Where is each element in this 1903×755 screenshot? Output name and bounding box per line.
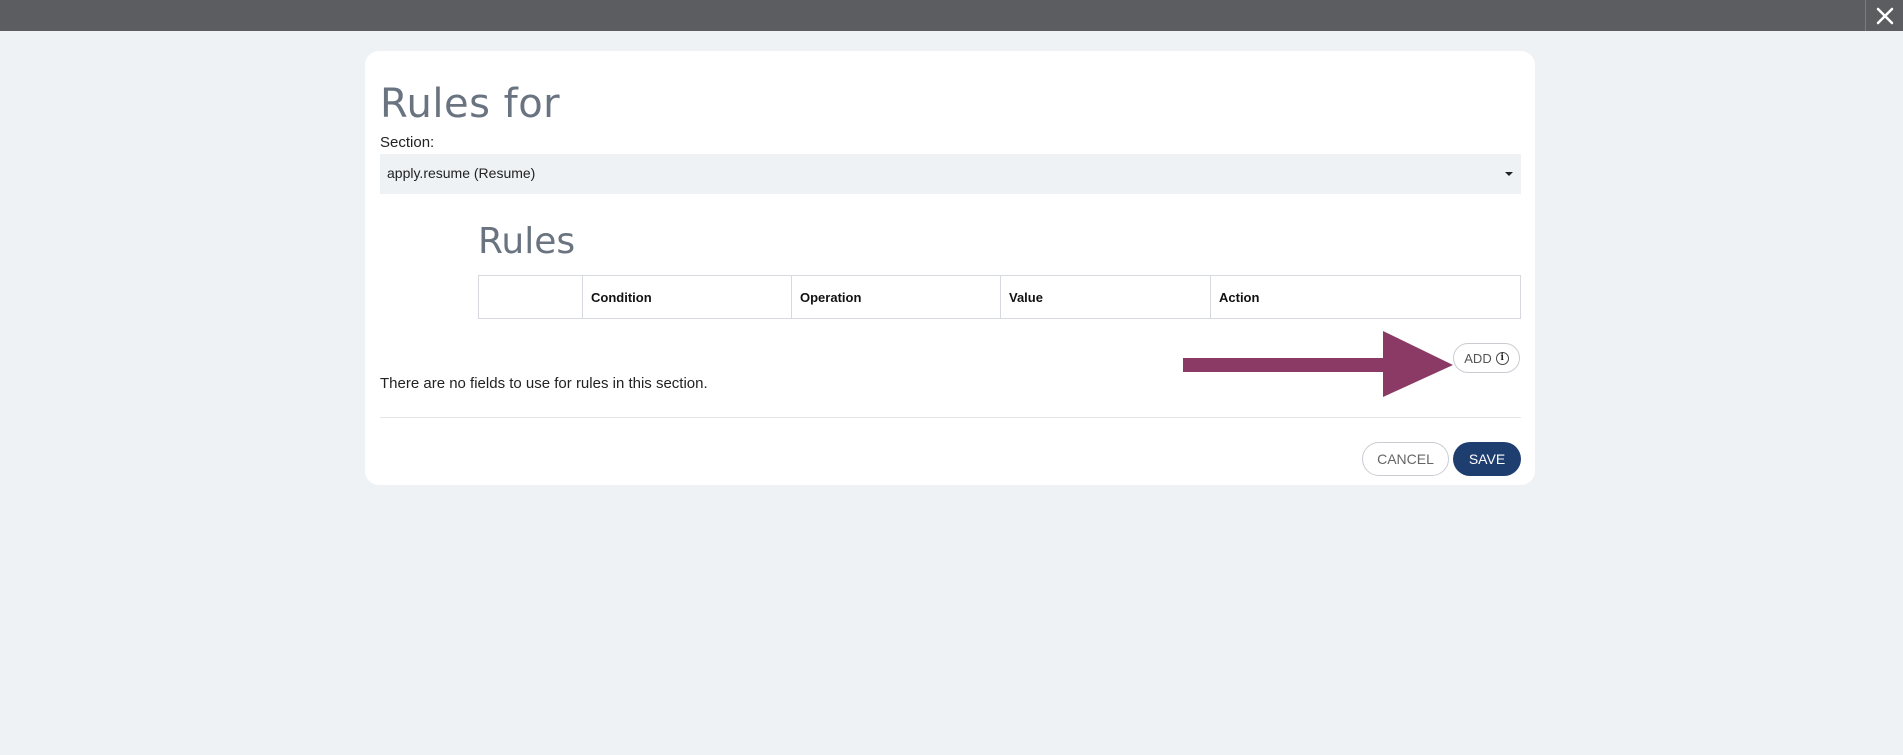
top-bar (0, 0, 1903, 31)
close-button[interactable] (1865, 0, 1903, 31)
save-button[interactable]: SAVE (1453, 442, 1521, 476)
column-header-action: Action (1210, 275, 1521, 319)
column-header-condition: Condition (582, 275, 792, 319)
add-button-label: ADD (1464, 350, 1492, 366)
column-header-operation: Operation (791, 275, 1001, 319)
rules-heading: Rules (478, 221, 576, 262)
empty-message: There are no fields to use for rules in … (380, 375, 708, 392)
rules-table: Condition Operation Value Action (478, 275, 1521, 319)
info-icon: i (1495, 351, 1509, 365)
rules-dialog: Rules for Section: apply.resume (Resume)… (365, 51, 1535, 485)
column-header-blank (478, 275, 583, 319)
annotation-arrow-icon (1183, 331, 1453, 397)
dialog-title: Rules for (380, 81, 561, 127)
column-header-value: Value (1000, 275, 1211, 319)
section-select[interactable]: apply.resume (Resume) (380, 154, 1521, 194)
section-label: Section: (380, 134, 435, 151)
rules-table-header: Condition Operation Value Action (478, 275, 1521, 319)
add-rule-button[interactable]: ADD i (1453, 343, 1520, 373)
cancel-button[interactable]: CANCEL (1362, 442, 1449, 476)
divider (380, 417, 1521, 418)
close-icon[interactable] (1875, 6, 1895, 26)
section-select-value: apply.resume (Resume) (387, 165, 536, 181)
caret-down-icon (1505, 172, 1513, 176)
